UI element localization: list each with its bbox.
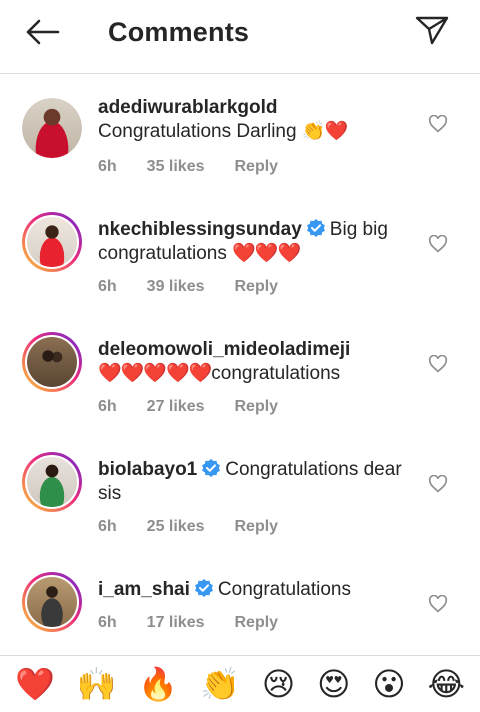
emoji-heart-eyes[interactable]: 😍 xyxy=(317,664,350,704)
heart-outline-icon xyxy=(428,235,448,253)
comment-username[interactable]: nkechiblessingsunday xyxy=(98,219,302,240)
back-button[interactable] xyxy=(22,14,62,50)
comment-text: Congratulations Darling xyxy=(98,121,302,142)
comment-username[interactable]: deleomowoli_mideoladimeji xyxy=(98,338,408,362)
comment-text: Congratulations xyxy=(217,579,351,600)
reply-button[interactable]: Reply xyxy=(235,278,279,296)
comment-item: nkechiblessingsunday Big big congratulati… xyxy=(0,208,480,328)
reply-button[interactable]: Reply xyxy=(235,614,279,632)
like-button[interactable] xyxy=(426,472,450,496)
like-button[interactable] xyxy=(426,352,450,376)
comment-username[interactable]: i_am_shai xyxy=(98,579,190,600)
heart-outline-icon xyxy=(428,475,448,493)
comment-username[interactable]: adediwurablarkgold xyxy=(98,96,408,120)
avatar[interactable] xyxy=(22,452,82,512)
emoji-fire[interactable]: 🔥 xyxy=(138,664,178,704)
paper-plane-icon xyxy=(415,16,449,45)
like-button[interactable] xyxy=(426,232,450,256)
arrow-left-icon xyxy=(26,19,60,45)
like-button[interactable] xyxy=(426,592,450,616)
verified-badge-icon xyxy=(202,459,221,477)
comment-likes[interactable]: 35 likes xyxy=(147,158,205,176)
emoji-reaction-bar: ❤️ 🙌 🔥 👏 😢 😍 😮 😂 xyxy=(0,655,480,712)
verified-badge-icon xyxy=(306,219,325,237)
comment-item: deleomowoli_mideoladimeji ❤️❤️❤️❤️❤️cong… xyxy=(0,328,480,448)
comment-likes[interactable]: 17 likes xyxy=(147,614,205,632)
comment-time: 6h xyxy=(98,518,117,535)
emoji-raising-hands[interactable]: 🙌 xyxy=(77,664,117,704)
comment-username[interactable]: biolabayo1 xyxy=(98,459,197,480)
emoji-red-heart[interactable]: ❤️ xyxy=(15,664,55,704)
comment-time: 6h xyxy=(98,398,117,415)
emoji-clapping-hands[interactable]: 👏 xyxy=(200,664,240,704)
like-button[interactable] xyxy=(426,112,450,136)
verified-badge-icon xyxy=(194,579,213,597)
emoji-tears-of-joy[interactable]: 😂 xyxy=(428,664,465,704)
comment-emoji: ❤️❤️❤️❤️❤️ xyxy=(98,363,212,384)
comment-item: adediwurablarkgold Congratulations Darli… xyxy=(0,88,480,208)
reply-button[interactable]: Reply xyxy=(235,398,279,416)
avatar[interactable] xyxy=(22,572,82,632)
avatar[interactable] xyxy=(22,98,82,158)
reply-button[interactable]: Reply xyxy=(235,158,279,176)
heart-outline-icon xyxy=(428,595,448,613)
comment-text: congratulations xyxy=(211,363,341,384)
avatar[interactable] xyxy=(22,332,82,392)
reply-button[interactable]: Reply xyxy=(235,518,279,536)
comment-likes[interactable]: 39 likes xyxy=(147,278,205,296)
comments-header: Comments xyxy=(0,0,480,74)
comment-time: 6h xyxy=(98,158,117,175)
emoji-surprised-face[interactable]: 😮 xyxy=(372,664,405,704)
comment-time: 6h xyxy=(98,614,117,631)
page-title: Comments xyxy=(108,17,250,47)
comment-emoji: ❤️❤️❤️ xyxy=(232,243,301,264)
comment-likes[interactable]: 25 likes xyxy=(147,518,205,536)
comment-likes[interactable]: 27 likes xyxy=(147,398,205,416)
comment-item: biolabayo1 Congratulations dear sis 6h 25… xyxy=(0,448,480,568)
avatar[interactable] xyxy=(22,212,82,272)
comment-emoji: 👏❤️ xyxy=(301,121,348,142)
emoji-crying-face[interactable]: 😢 xyxy=(262,664,295,704)
heart-outline-icon xyxy=(428,355,448,373)
share-button[interactable] xyxy=(410,12,454,48)
heart-outline-icon xyxy=(428,115,448,133)
comment-time: 6h xyxy=(98,278,117,295)
